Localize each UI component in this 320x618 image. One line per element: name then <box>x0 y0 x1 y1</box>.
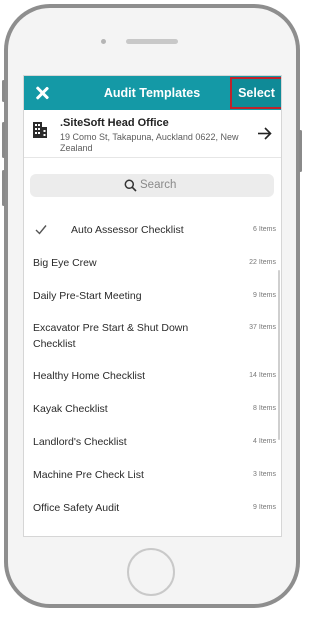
template-item-count: 8 Items <box>253 405 276 412</box>
search-placeholder: Search <box>140 179 177 191</box>
site-address: 19 Como St, Takapuna, Auckland 0622, New… <box>60 132 239 153</box>
list-item[interactable]: Daily Pre-Start Meeting 9 Items <box>24 288 276 304</box>
template-name: Machine Pre Check List <box>33 469 144 481</box>
template-item-count: 6 Items <box>253 226 276 233</box>
template-name: Daily Pre-Start Meeting <box>33 290 142 302</box>
site-selector[interactable]: .SiteSoft Head Office 19 Como St, Takapu… <box>24 110 281 158</box>
site-name: .SiteSoft Head Office <box>60 117 169 129</box>
list-item[interactable]: Kayak Checklist 8 Items <box>24 401 276 417</box>
list-item[interactable]: Big Eye Crew 22 Items <box>24 255 276 271</box>
building-icon <box>33 122 47 138</box>
app-screen: Audit Templates Select .SiteSoft Head Of… <box>23 75 282 537</box>
template-name: Office Safety Audit <box>33 502 120 514</box>
template-item-count: 9 Items <box>253 504 276 511</box>
template-item-count: 22 Items <box>249 259 276 266</box>
phone-volume-down <box>2 170 5 206</box>
template-item-count: 4 Items <box>253 438 276 445</box>
list-item[interactable]: Office Safety Audit 9 Items <box>24 500 276 516</box>
template-name: Healthy Home Checklist <box>33 370 146 382</box>
arrow-right-icon[interactable] <box>256 125 273 142</box>
search-icon <box>124 179 137 192</box>
list-item[interactable]: Healthy Home Checklist 14 Items <box>24 368 276 384</box>
app-header: Audit Templates Select <box>24 76 281 110</box>
close-icon[interactable] <box>32 83 52 103</box>
list-item[interactable]: Auto Assessor Checklist 6 Items <box>24 222 276 238</box>
template-item-count: 37 Items <box>249 324 276 331</box>
list-item[interactable]: Machine Pre Check List 3 Items <box>24 467 276 483</box>
template-name: Kayak Checklist <box>33 403 108 415</box>
check-icon <box>35 225 47 235</box>
template-item-count: 14 Items <box>249 372 276 379</box>
template-item-count: 9 Items <box>253 292 276 299</box>
earpiece-speaker <box>126 39 178 44</box>
phone-power-button <box>299 130 302 172</box>
front-camera <box>101 39 106 44</box>
search-input[interactable]: Search <box>30 174 274 197</box>
page-title: Audit Templates <box>103 86 201 100</box>
list-item[interactable]: Excavator Pre Start & Shut Down Checklis… <box>24 320 276 352</box>
phone-volume-up <box>2 122 5 158</box>
list-scrollbar[interactable] <box>278 270 280 440</box>
phone-mute-switch <box>2 80 5 102</box>
template-name: Landlord's Checklist <box>33 436 127 448</box>
home-button[interactable] <box>127 548 175 596</box>
template-item-count: 3 Items <box>253 471 276 478</box>
template-name: Auto Assessor Checklist <box>71 224 184 236</box>
template-name: Big Eye Crew <box>33 257 97 269</box>
list-item[interactable]: Landlord's Checklist 4 Items <box>24 434 276 450</box>
template-name: Excavator Pre Start & Shut Down Checklis… <box>33 322 189 350</box>
select-button[interactable]: Select <box>230 77 281 109</box>
